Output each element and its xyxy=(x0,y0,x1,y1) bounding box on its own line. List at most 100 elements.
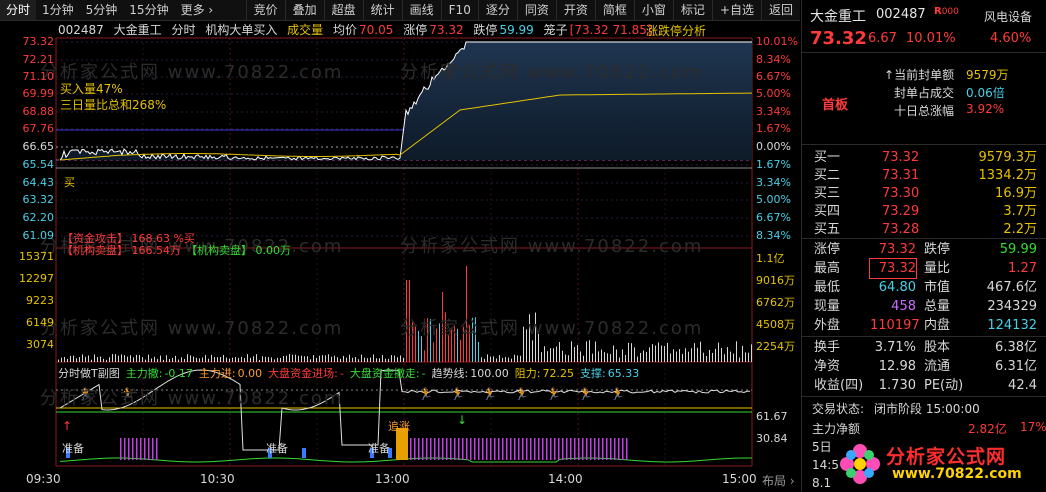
price-tick-left: 62.20 xyxy=(22,211,55,224)
bid-row[interactable]: 买三 73.30 16.9万 xyxy=(810,184,1041,203)
volume-bar xyxy=(367,358,368,362)
volume-bar xyxy=(64,356,65,362)
btn-mark[interactable]: 标记 xyxy=(672,0,712,20)
last-price: 73.32 xyxy=(810,28,867,49)
bid-row[interactable]: 买二 73.31 1334.2万 xyxy=(810,166,1041,185)
btn-add-watchlist[interactable]: +自选 xyxy=(711,0,761,20)
three-day-ratio-label: 三日量比总和268% xyxy=(60,98,167,112)
volume-bar xyxy=(121,354,122,362)
volume-bar xyxy=(127,356,128,362)
volume-bar xyxy=(520,355,521,362)
volume-bar xyxy=(337,357,338,362)
ten-day-value: 3.92% xyxy=(966,102,1005,116)
stock-code: 002487 xyxy=(876,7,926,22)
volume-bar xyxy=(232,357,233,362)
volume-bar xyxy=(316,357,317,362)
volume-bar xyxy=(565,354,566,362)
watermark: 分析家公式网 www.70822.com xyxy=(400,236,704,257)
info-limitup-label: 涨停 xyxy=(403,23,428,37)
layout-button[interactable]: 布局 › xyxy=(762,472,795,489)
btn-super[interactable]: 超盘 xyxy=(323,0,363,20)
tab-15min[interactable]: 15分钟 xyxy=(123,0,174,20)
volume-bar xyxy=(187,354,188,362)
signal-bar xyxy=(526,438,528,460)
stat-row: 收益(四) 1.730 PE(动) 42.4 xyxy=(810,376,1041,395)
volume-bar xyxy=(670,353,671,362)
volume-bar xyxy=(421,336,422,362)
sub-tick-right: 61.67 xyxy=(756,410,788,423)
volume-bar xyxy=(640,352,641,362)
volume-bar xyxy=(331,356,332,362)
volume-bar xyxy=(370,357,371,362)
info-limitdown-value: 59.99 xyxy=(499,23,534,37)
volume-bar xyxy=(205,355,206,362)
btn-stats[interactable]: 统计 xyxy=(362,0,402,20)
inst-sell-label: 【机构卖盘】 166.54万 xyxy=(62,244,181,257)
btn-small-window[interactable]: 小窗 xyxy=(633,0,673,20)
signal-bar xyxy=(466,438,468,460)
volume-tick-right: 9016万 xyxy=(756,274,795,287)
legend-value: - xyxy=(339,367,344,380)
tab-timeshare[interactable]: 分时 xyxy=(0,0,37,20)
volume-bar xyxy=(487,354,488,362)
volume-tick-left: 9223 xyxy=(26,294,54,307)
volume-bar xyxy=(361,354,362,362)
volume-bar xyxy=(256,354,257,362)
bid-row[interactable]: 买一 73.32 9579.3万 xyxy=(810,148,1041,167)
price-tick-right: 1.67% xyxy=(756,122,791,135)
tab-5min[interactable]: 5分钟 xyxy=(80,0,124,20)
volume-tick-right: 6762万 xyxy=(756,296,795,309)
volume-bar xyxy=(304,356,305,362)
btn-minute[interactable]: 逐分 xyxy=(477,0,517,20)
tab-1min[interactable]: 1分钟 xyxy=(36,0,80,20)
volume-bar xyxy=(157,358,158,362)
btn-overlay[interactable]: 叠加 xyxy=(284,0,324,20)
volume-bar xyxy=(601,349,602,362)
bid-row[interactable]: 买四 73.29 3.7万 xyxy=(810,202,1041,221)
btn-f10[interactable]: F10 xyxy=(440,0,478,20)
stat-row: 最高 73.32 量比 1.27 xyxy=(810,258,1041,279)
buy-ratio-label: 买入量47% xyxy=(60,82,123,96)
bid-volume: 2.2万 xyxy=(1003,222,1037,237)
volume-bar xyxy=(133,357,134,362)
watermark: 分析家公式网 www.70822.com xyxy=(40,388,344,409)
btn-auction[interactable]: 竞价 xyxy=(245,0,285,20)
volume-bar xyxy=(136,354,137,362)
price-tick-left: 68.88 xyxy=(22,105,55,118)
btn-open-asset[interactable]: 开资 xyxy=(555,0,595,20)
volume-bar xyxy=(460,339,461,362)
sub-chart-title: 分时做T副图 xyxy=(58,367,120,380)
price-tick-left: 73.32 xyxy=(22,35,55,48)
signal-bar xyxy=(502,438,504,460)
btn-simple-frame[interactable]: 简框 xyxy=(594,0,634,20)
volume-bar xyxy=(751,344,752,362)
volume-bar xyxy=(514,354,515,362)
price-tick-left: 65.54 xyxy=(22,158,55,171)
btn-back[interactable]: 返回 xyxy=(760,0,800,20)
time-tick: 15:00 xyxy=(722,472,757,486)
volume-bar xyxy=(301,355,302,362)
info-avg-value: 70.05 xyxy=(359,23,394,37)
volume-bar xyxy=(568,355,569,362)
btn-draw[interactable]: 画线 xyxy=(401,0,441,20)
volume-bar xyxy=(613,345,614,362)
sector-label[interactable]: 风电设备 xyxy=(984,8,1032,25)
signal-bar xyxy=(438,438,440,460)
signal-bar xyxy=(442,438,444,460)
btn-same-asset[interactable]: 同资 xyxy=(516,0,556,20)
volume-bar xyxy=(247,354,248,362)
tab-more[interactable]: 更多 › xyxy=(175,0,220,20)
volume-bar xyxy=(673,349,674,362)
bid-label: 买一 xyxy=(814,150,841,165)
volume-bar xyxy=(478,341,479,362)
volume-bar xyxy=(226,357,227,362)
volume-bar xyxy=(574,347,575,362)
bid-row[interactable]: 买五 73.28 2.2万 xyxy=(810,220,1041,239)
volume-bar xyxy=(550,348,551,362)
flower-logo-icon xyxy=(840,444,880,484)
stat-label: 股本 xyxy=(924,340,951,355)
signal-bar xyxy=(510,438,512,460)
limit-analysis-button[interactable]: 涨跌停分析 xyxy=(646,22,706,39)
volume-bar xyxy=(241,356,242,362)
volume-bar xyxy=(214,357,215,362)
